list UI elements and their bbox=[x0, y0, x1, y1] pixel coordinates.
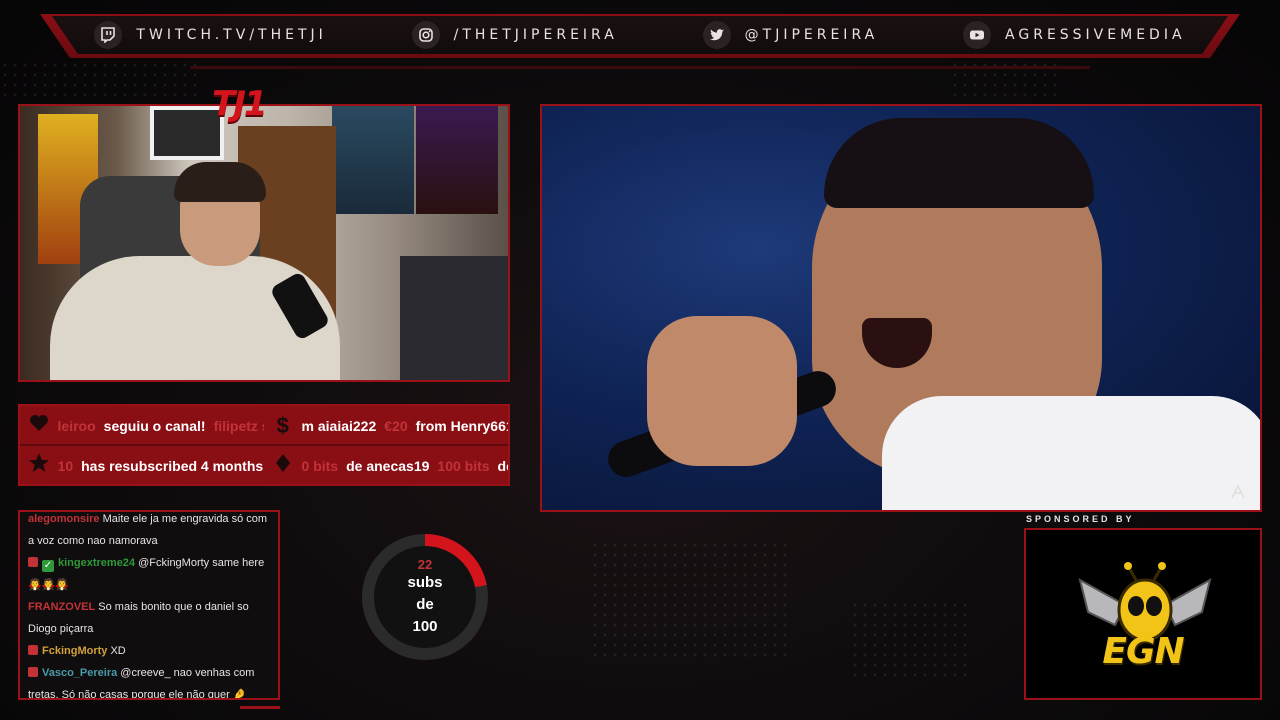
webcam-feed bbox=[20, 106, 508, 380]
alert-text: de bbox=[497, 458, 508, 474]
alert-amount: €20 bbox=[384, 418, 408, 434]
chat-username[interactable]: Vasco_Pereira bbox=[42, 667, 117, 679]
main-video[interactable] bbox=[540, 104, 1262, 512]
badge-icon bbox=[28, 667, 38, 677]
poster-image bbox=[416, 106, 498, 214]
poster-image bbox=[332, 106, 414, 214]
sponsor-label: SPONSORED BY bbox=[1026, 514, 1135, 524]
chat-message: alegomonsire Maite ele ja me engravida s… bbox=[28, 512, 276, 552]
chat-username[interactable]: FckingMorty bbox=[42, 645, 107, 657]
social-link-text: TWITCH.TV/THETJI bbox=[136, 27, 327, 43]
alert-text: has resubscribed 4 months bbox=[81, 458, 264, 474]
person-hair bbox=[174, 162, 266, 202]
sub-goal-label: subs bbox=[407, 573, 443, 591]
sponsor-panel[interactable]: EGN bbox=[1024, 528, 1262, 700]
youtube-icon bbox=[963, 21, 992, 49]
alert-text: seguiu o canal! bbox=[103, 418, 206, 434]
decor-dots bbox=[850, 600, 970, 680]
sponsor-brand: EGN bbox=[1102, 631, 1184, 672]
bed bbox=[400, 256, 508, 380]
decor-line bbox=[240, 706, 280, 709]
chat-messages: alegomonsire Maite ele ja me engravida s… bbox=[28, 512, 276, 698]
chat-text: XD bbox=[110, 645, 126, 657]
sub-goal-ring: 22 subs de 100 bbox=[362, 534, 488, 660]
badge-icon bbox=[28, 645, 38, 655]
star-icon bbox=[20, 452, 58, 480]
verified-icon: ✓ bbox=[42, 560, 54, 572]
chat-username[interactable]: kingextreme24 bbox=[58, 557, 135, 569]
social-link-text: @TJIPEREIRA bbox=[744, 27, 879, 43]
social-link-text: /THETJIPEREIRA bbox=[453, 27, 618, 43]
chat-message: Vasco_Pereira @creeve_ nao venhas com tr… bbox=[28, 662, 276, 698]
twitch-icon bbox=[94, 21, 123, 49]
chat-emotes: 🧛🧛🧛 bbox=[28, 579, 70, 591]
instagram-icon bbox=[411, 21, 440, 49]
resub-alert: 10 has resubscribed 4 months bbox=[58, 458, 264, 474]
alert-user: m aiaiai222 bbox=[301, 418, 377, 434]
alert-user: filipetz s bbox=[213, 418, 264, 434]
social-link-text: AGRESSIVEMEDIA bbox=[1005, 27, 1186, 43]
dollar-icon: $ bbox=[276, 413, 289, 438]
decor-dots bbox=[590, 540, 790, 660]
twitter-icon bbox=[702, 21, 731, 49]
social-link-instagram[interactable]: /THETJIPEREIRA bbox=[411, 21, 618, 49]
chat-panel[interactable]: alegomonsire Maite ele ja me engravida s… bbox=[18, 510, 280, 700]
chat-message: FRANZOVEL So mais bonito que o daniel so… bbox=[28, 596, 276, 640]
alert-row: leiroo seguiu o canal! filipetz s $ m ai… bbox=[20, 408, 508, 444]
singer-hand bbox=[647, 316, 797, 466]
badge-icon bbox=[28, 557, 38, 567]
social-link-twitter[interactable]: @TJIPEREIRA bbox=[702, 21, 879, 49]
alert-row: 10 has resubscribed 4 months 0 bits de a… bbox=[20, 448, 508, 484]
bits-icon bbox=[264, 453, 302, 479]
alert-text: from Henry661 bbox=[415, 418, 508, 434]
follow-alert: leiroo seguiu o canal! filipetz s bbox=[58, 418, 264, 434]
decor-dots bbox=[0, 60, 200, 100]
alert-amount: 0 bits bbox=[301, 458, 339, 474]
heart-icon bbox=[20, 414, 58, 438]
tip-alert: m aiaiai222 €20 from Henry661 bbox=[302, 418, 508, 434]
singer-hair bbox=[824, 118, 1094, 208]
broadcast-mark-icon bbox=[1231, 484, 1245, 499]
chat-username[interactable]: FRANZOVEL bbox=[28, 601, 95, 613]
chat-message: ✓ kingextreme24 @FckingMorty same here 🧛🧛… bbox=[28, 552, 276, 596]
sub-goal-label: de bbox=[416, 595, 434, 613]
sub-goal-inner: 22 subs de 100 bbox=[374, 546, 476, 648]
alert-amount: 100 bits bbox=[437, 458, 490, 474]
chat-message: FckingMorty XD bbox=[28, 640, 276, 662]
chat-text: @FckingMorty same here bbox=[138, 557, 265, 569]
social-link-twitch[interactable]: TWITCH.TV/THETJI bbox=[94, 21, 326, 49]
video-feed bbox=[542, 106, 1260, 510]
sub-goal-count: 22 bbox=[417, 556, 433, 572]
sub-goal-target: 100 bbox=[412, 617, 438, 635]
channel-logo: TJ1 bbox=[212, 84, 267, 124]
social-banner: TWITCH.TV/THETJI /THETJIPEREIRA @TJIPERE… bbox=[52, 16, 1228, 54]
chat-username[interactable]: alegomonsire bbox=[28, 513, 100, 525]
alert-user: leiroo bbox=[57, 418, 96, 434]
singer-shirt bbox=[882, 396, 1260, 510]
alerts-ticker: leiroo seguiu o canal! filipetz s $ m ai… bbox=[18, 404, 510, 486]
social-link-youtube[interactable]: AGRESSIVEMEDIA bbox=[963, 21, 1186, 49]
alert-text: de anecas19 bbox=[346, 458, 430, 474]
webcam-frame bbox=[18, 104, 510, 382]
bits-alert: 0 bits de anecas19 100 bits de bbox=[302, 458, 508, 474]
alert-user: 10 bbox=[57, 458, 74, 474]
decor-line bbox=[190, 66, 1090, 69]
